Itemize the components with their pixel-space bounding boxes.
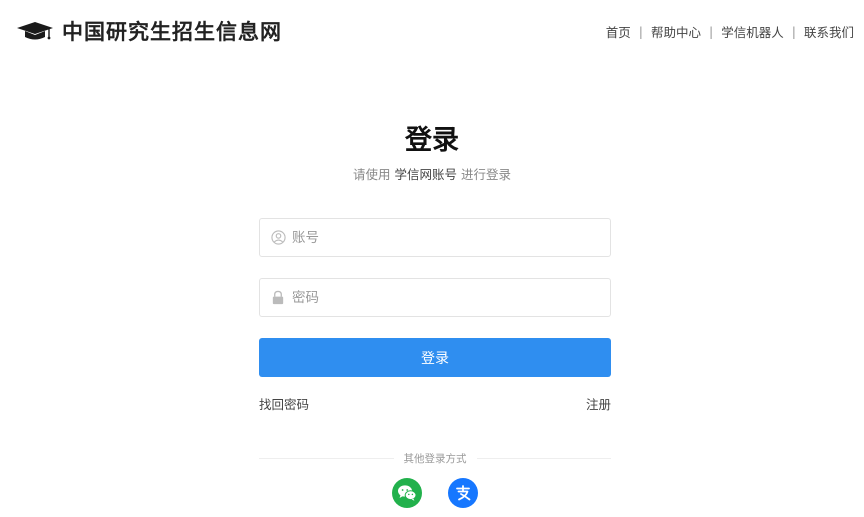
forgot-password-link[interactable]: 找回密码	[259, 394, 309, 413]
nav-help-center[interactable]: 帮助中心	[651, 22, 701, 41]
alipay-login-button[interactable]	[448, 478, 478, 508]
account-field[interactable]	[259, 218, 611, 257]
site-logo[interactable]: 中国研究生招生信息网	[16, 16, 282, 46]
other-login-label: 其他登录方式	[403, 452, 467, 465]
nav-contact-us[interactable]: 联系我们	[804, 22, 854, 41]
subtitle-account-type: 学信网账号	[394, 167, 457, 182]
wechat-login-button[interactable]	[392, 478, 422, 508]
page-title: 登录	[405, 125, 459, 156]
site-name: 中国研究生招生信息网	[62, 19, 282, 44]
nav-separator: |	[638, 24, 644, 39]
nav-separator: |	[791, 24, 796, 39]
other-login-divider: 其他登录方式	[259, 451, 611, 465]
nav-home[interactable]: 首页	[606, 22, 631, 41]
site-header: 中国研究生招生信息网 首页 | 帮助中心 | 学信机器人 | 联系我们	[0, 0, 864, 62]
nav-separator: |	[709, 24, 714, 39]
account-input[interactable]	[292, 219, 610, 256]
alipay-icon	[456, 485, 471, 501]
subtitle-prefix: 请使用	[352, 167, 391, 182]
password-input[interactable]	[292, 279, 610, 316]
top-nav: 首页 | 帮助中心 | 学信机器人 | 联系我们	[606, 22, 854, 41]
subtitle-suffix: 进行登录	[460, 167, 511, 182]
password-field[interactable]	[259, 278, 611, 317]
wechat-icon	[398, 485, 417, 501]
divider-line	[259, 457, 394, 459]
user-icon	[270, 230, 286, 246]
register-link[interactable]: 注册	[580, 394, 611, 413]
nav-chat-robot[interactable]: 学信机器人	[721, 22, 784, 41]
divider-line	[476, 457, 611, 459]
lock-icon	[270, 290, 286, 306]
login-subtitle: 请使用 学信网账号 进行登录	[0, 164, 864, 183]
graduation-cap-icon	[17, 22, 53, 40]
login-button[interactable]: 登录	[259, 338, 611, 377]
